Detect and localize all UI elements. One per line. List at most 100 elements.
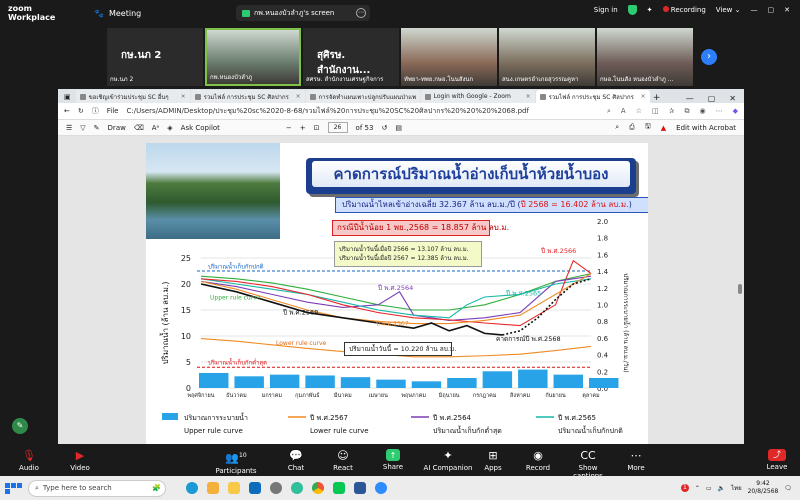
page-number-input[interactable]: 26	[327, 122, 348, 133]
release-bar	[411, 381, 442, 388]
edge-icon[interactable]	[186, 482, 198, 494]
ai-companion-button[interactable]: ✦ AI Companion	[423, 449, 473, 472]
participant-tile[interactable]: สุศิรษ. สำนักงาน... สศรษ. สำนักงานเศรษฐกิ…	[303, 28, 399, 86]
clock[interactable]: 9:42 20/8/2568	[748, 480, 779, 496]
chrome-icon[interactable]	[312, 482, 324, 494]
tab-close-icon[interactable]: ×	[526, 93, 531, 100]
profile-icon[interactable]: ◉	[700, 107, 706, 116]
new-tab-icon[interactable]: +	[651, 93, 663, 103]
record-button[interactable]: ◉ Record	[518, 449, 558, 472]
file-explorer-icon[interactable]	[228, 482, 240, 494]
next-participants-button[interactable]: ›	[701, 49, 717, 65]
maximize-icon[interactable]: ▢	[768, 6, 775, 14]
favorites-icon[interactable]: ✰	[669, 107, 675, 116]
leave-button[interactable]: ⤴ Leave	[762, 449, 792, 471]
split-icon[interactable]: ◫	[652, 107, 659, 116]
sparkle-icon[interactable]: ✦	[647, 6, 653, 14]
notifications-icon[interactable]: 🗨	[784, 485, 792, 492]
save-icon[interactable]: 🖫	[645, 122, 651, 133]
ask-copilot-button[interactable]: Ask Copilot	[181, 124, 220, 132]
participant-tile[interactable]: กพ.หนองบัวลำภู	[205, 28, 301, 86]
participant-tile[interactable]: กษ.นภ 2 กษ.นภ 2	[107, 28, 203, 86]
chat-button[interactable]: 💬 Chat	[276, 449, 316, 472]
widget-icon[interactable]	[207, 482, 219, 494]
highlight-icon[interactable]: ▽	[80, 124, 85, 132]
taskbar-search[interactable]: ⌕ Type here to search 🧩	[28, 479, 166, 497]
minimize-icon[interactable]: —	[751, 6, 758, 14]
rotate-icon[interactable]: ↺	[381, 124, 387, 132]
copilot-small-icon[interactable]: ◈	[167, 124, 172, 132]
scroll-thumb[interactable]	[738, 284, 742, 294]
more-button[interactable]: ⋯ More	[616, 449, 656, 472]
acrobat-icon[interactable]: ▲	[661, 124, 666, 132]
pdf-viewer-area[interactable]: คาดการณ์ปริมาณน้ำอ่างเก็บน้ำห้วยน้ำบอง ป…	[58, 136, 744, 444]
extensions-icon[interactable]: ⧉	[685, 107, 690, 116]
search-pdf-icon[interactable]: ⌕	[615, 123, 619, 132]
more-icon[interactable]: ⋯	[716, 107, 723, 116]
eraser-icon[interactable]: ⌫	[134, 124, 144, 132]
shield-icon[interactable]	[627, 5, 637, 15]
apps-button[interactable]: ⊞ Apps	[473, 449, 513, 472]
page-view-icon[interactable]: ▤	[395, 124, 402, 132]
participant-tile[interactable]: กษอ.โนนสัง หนองบัวลำภู ...	[597, 28, 693, 86]
text-icon[interactable]: Aᵃ	[152, 124, 160, 132]
zoom-out-icon[interactable]: −	[286, 124, 292, 132]
sign-in-link[interactable]: Sign in	[594, 6, 618, 14]
tab-close-icon[interactable]: ×	[641, 93, 646, 100]
video-button[interactable]: ▶ Video	[60, 449, 100, 472]
fit-icon[interactable]: ⊡	[314, 124, 320, 132]
browser-tab[interactable]: ขอเชิญเข้าร่วมประชุม SC อื่นๆ ×	[75, 90, 190, 103]
react-button[interactable]: ☺ React	[323, 449, 363, 472]
share-button[interactable]: ↑ Share	[373, 449, 413, 471]
audio-button[interactable]: 🎙 Audio	[9, 449, 49, 472]
line-icon[interactable]	[333, 482, 345, 494]
browser-tab[interactable]: Login with Google - Zoom ×	[420, 90, 535, 103]
contents-icon[interactable]: ☰	[66, 124, 72, 132]
view-button[interactable]: View ⌄	[716, 6, 741, 14]
tab-close-icon[interactable]: ×	[419, 93, 420, 100]
back-icon[interactable]: ←	[64, 107, 70, 115]
close-icon[interactable]: ✕	[784, 6, 790, 14]
participant-tile[interactable]: ทัพยา-ทพย.กษอ.โนนสังนก	[401, 28, 497, 86]
shared-screen-indicator[interactable]: กพ.หนองบัวลำภู's screen ⋯	[236, 5, 370, 21]
browser-tab[interactable]: รวมไฟล์ การประชุม SC ศิลปากร ×	[535, 90, 650, 103]
notification-badge[interactable]: 1	[680, 484, 689, 492]
minimize-icon[interactable]: —	[686, 94, 694, 103]
more-options-icon[interactable]: ⋯	[356, 8, 366, 18]
outlook-icon[interactable]	[249, 482, 261, 494]
participants-button[interactable]: 👥10 Participants	[214, 449, 258, 475]
window-menu-icon[interactable]: ▣	[62, 93, 75, 103]
chevron-up-icon[interactable]: ⌃	[695, 485, 700, 492]
windows-start-icon[interactable]	[0, 482, 22, 494]
refresh-icon[interactable]: ↻	[78, 107, 84, 115]
recording-indicator[interactable]: Recording	[662, 6, 706, 14]
maximize-icon[interactable]: ▢	[708, 94, 716, 103]
print-icon[interactable]: ⎙	[629, 123, 635, 132]
draw-button[interactable]: Draw	[108, 124, 126, 132]
tab-favicon-icon	[539, 93, 546, 100]
annotation-pen-icon[interactable]: ✎	[12, 418, 28, 434]
meeting-tab[interactable]: 🐾 Meeting	[94, 9, 141, 18]
settings-icon[interactable]	[270, 482, 282, 494]
volume-icon[interactable]: 🔈	[718, 485, 725, 492]
search-icon[interactable]: ⌕	[607, 107, 611, 116]
browser-tab[interactable]: รวมไฟล์ การประชุม SC ศิลปากร ×	[190, 90, 305, 103]
draw-icon[interactable]: ✎	[94, 124, 100, 132]
edit-with-acrobat-button[interactable]: Edit with Acrobat	[676, 124, 736, 132]
edge-alt-icon[interactable]	[291, 482, 303, 494]
copilot-icon[interactable]: ◆	[733, 107, 738, 116]
network-icon[interactable]: ▭	[706, 485, 712, 492]
zoom-in-icon[interactable]: +	[300, 124, 306, 132]
tab-close-icon[interactable]: ×	[181, 93, 186, 100]
tab-close-icon[interactable]: ×	[296, 93, 301, 100]
close-icon[interactable]: ✕	[729, 94, 736, 103]
language-indicator[interactable]: ไทย	[731, 483, 742, 493]
browser-tab[interactable]: การจัดทำแผนเพาะปลูกปรับแผนป่าแพ×	[305, 90, 420, 103]
zoom-icon[interactable]	[375, 482, 387, 494]
word-icon[interactable]	[354, 482, 366, 494]
read-aloud-icon[interactable]: A	[621, 107, 626, 116]
url-field[interactable]: C:/Users/ADMIN/Desktop/ประชุม%20sc%2020-…	[126, 106, 599, 117]
pdf-scrollbar[interactable]	[738, 142, 742, 438]
favorite-icon[interactable]: ☆	[636, 107, 642, 116]
participant-tile[interactable]: สนง.เกษตรอำเภอสุวรรณคูหา	[499, 28, 595, 86]
